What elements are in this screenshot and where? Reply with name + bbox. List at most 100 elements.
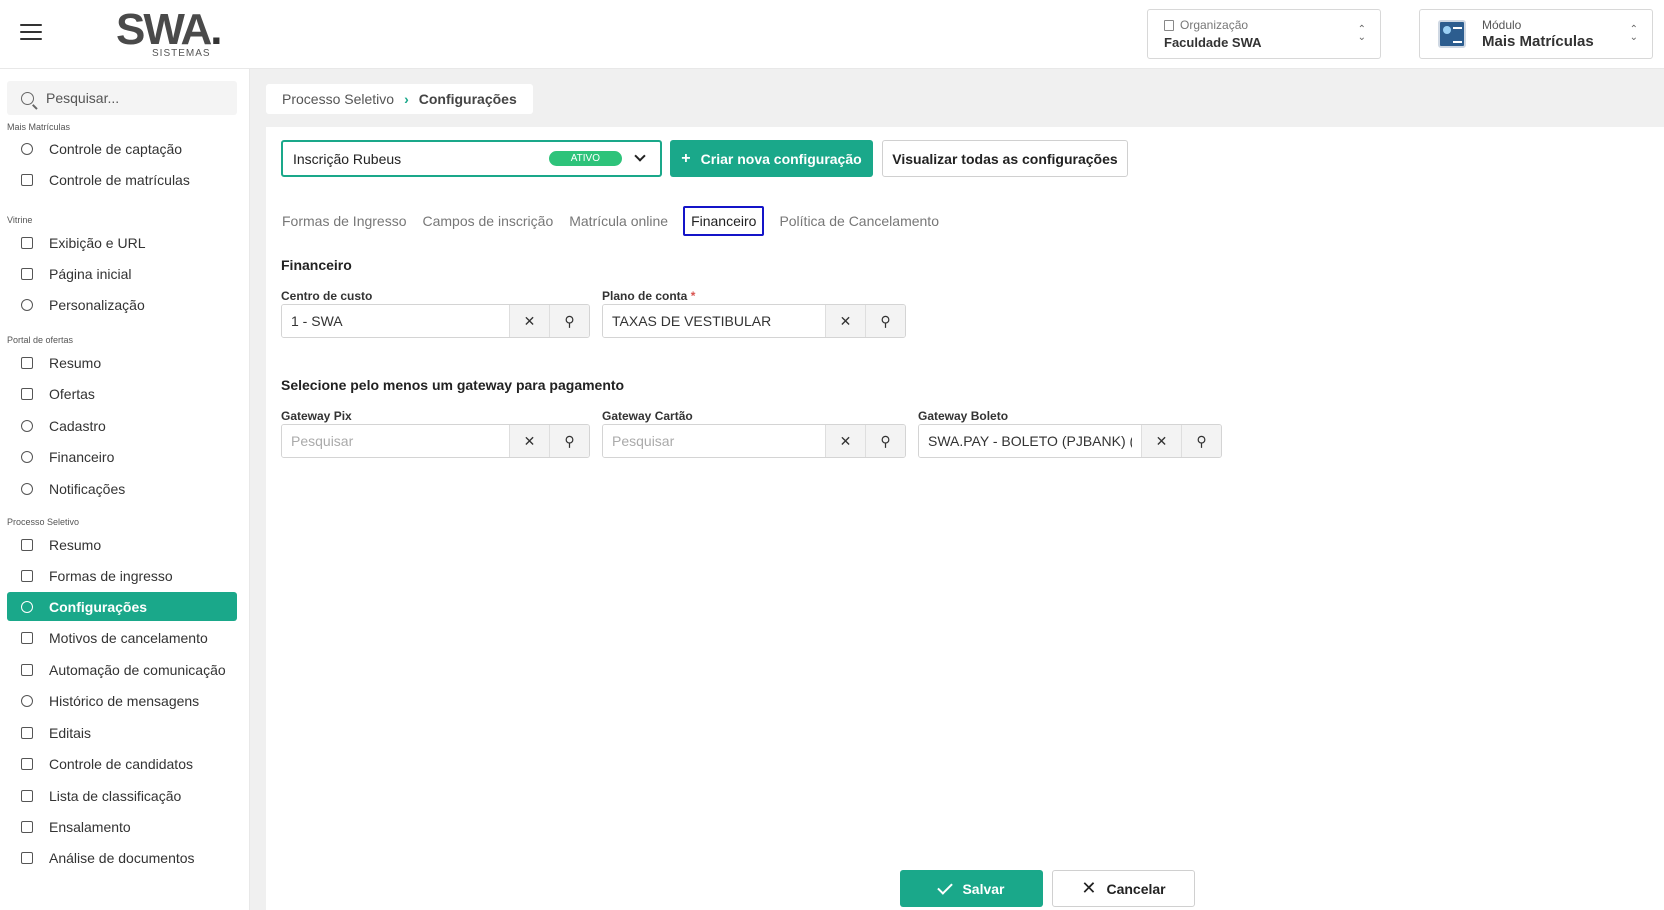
gateway-pix-lookup: ✕ ⚲ [281,424,590,458]
sidebar-item-configuracoes[interactable]: Configurações [7,592,237,621]
view-all-configs-button[interactable]: Visualizar todas as configurações [882,140,1128,177]
chat-icon [21,694,33,707]
doc-cancel-icon [21,631,33,644]
section-processo-seletivo: Processo Seletivo [7,517,80,527]
user-plus-icon [21,142,33,155]
section-mais-matriculas: Mais Matrículas [7,122,71,132]
sidebar-item-motivos-cancelamento[interactable]: Motivos de cancelamento [7,623,237,652]
sidebar-item-financeiro[interactable]: Financeiro [7,442,237,471]
clear-icon[interactable]: ✕ [509,425,549,457]
user-edit-icon [21,419,33,432]
tab-bar: Formas de Ingresso Campos de inscrição M… [281,205,940,237]
sidebar-item-analise-documentos[interactable]: Análise de documentos [7,843,237,872]
tab-matricula-online[interactable]: Matrícula online [568,207,669,235]
logo[interactable]: SWA. SISTEMAS [116,8,226,60]
gateway-cartao-label: Gateway Cartão [602,409,693,423]
gateway-cartao-lookup: ✕ ⚲ [602,424,906,458]
chart-icon [21,356,33,369]
tab-formas-ingresso[interactable]: Formas de Ingresso [281,207,408,235]
config-select[interactable]: Inscrição Rubeus ATIVO [281,140,662,177]
chart-icon [21,538,33,551]
sidebar-item-controle-captacao[interactable]: Controle de captação [7,134,237,163]
clear-icon[interactable]: ✕ [825,425,865,457]
sidebar-item-controle-candidatos[interactable]: Controle de candidatos [7,749,237,778]
sidebar-item-cadastro[interactable]: Cadastro [7,411,237,440]
breadcrumb: Processo Seletivo › Configurações [266,84,533,114]
gateway-boleto-label: Gateway Boleto [918,409,1009,423]
save-button[interactable]: Salvar [900,870,1043,907]
search-icon[interactable]: ⚲ [1181,425,1221,457]
tab-financeiro[interactable]: Financeiro [683,206,765,236]
dollar-icon [21,450,33,463]
top-header: SWA. SISTEMAS Organização Faculdade SWA … [0,0,1664,69]
sidebar-item-automacao[interactable]: Automação de comunicação [7,655,237,684]
gateway-boleto-lookup: ✕ ⚲ [918,424,1222,458]
bell-icon [21,482,33,495]
building-icon [1164,19,1174,31]
sidebar-item-portal-resumo[interactable]: Resumo [7,348,237,377]
sidebar-item-lista-classificacao[interactable]: Lista de classificação [7,781,237,810]
calendar-icon [21,726,33,739]
gateway-cartao-input[interactable] [603,425,825,457]
module-selector[interactable]: Módulo Mais Matrículas ⌃ ⌄ [1419,9,1653,59]
logo-subtitle: SISTEMAS [152,48,211,59]
sidebar-search[interactable]: Pesquisar... [7,81,237,115]
sidebar-item-exibicao-url[interactable]: Exibição e URL [7,228,237,257]
content-panel: Inscrição Rubeus ATIVO + Criar nova conf… [266,127,1664,910]
sidebar-item-editais[interactable]: Editais [7,718,237,747]
plano-conta-input[interactable] [603,305,825,337]
search-icon[interactable]: ⚲ [865,425,905,457]
centro-custo-input[interactable] [282,305,509,337]
module-label: Módulo [1482,18,1522,32]
clear-icon[interactable]: ✕ [1141,425,1181,457]
search-icon[interactable]: ⚲ [549,305,589,337]
sidebar: Pesquisar... Mais Matrículas Controle de… [0,69,250,910]
tab-politica-cancelamento[interactable]: Política de Cancelamento [778,207,940,235]
organization-selector[interactable]: Organização Faculdade SWA ⌃ ⌄ [1147,9,1381,59]
search-icon[interactable]: ⚲ [549,425,589,457]
centro-custo-lookup: ✕ ⚲ [281,304,590,338]
check-icon [937,878,954,895]
required-marker: * [690,289,696,303]
close-icon: ✕ [1081,878,1097,898]
chevron-down-icon [634,150,646,162]
sidebar-item-ps-resumo[interactable]: Resumo [7,530,237,559]
sidebar-item-ofertas[interactable]: Ofertas [7,379,237,408]
logo-text: SWA. [116,5,223,54]
sidebar-item-controle-matriculas[interactable]: Controle de matrículas [7,165,237,194]
chevron-right-icon: › [404,91,409,107]
plano-conta-lookup: ✕ ⚲ [602,304,906,338]
sidebar-item-notificacoes[interactable]: Notificações [7,474,237,503]
sidebar-item-pagina-inicial[interactable]: Página inicial [7,259,237,288]
grid-icon [21,267,33,280]
chair-icon [21,820,33,833]
breadcrumb-current: Configurações [418,91,517,107]
document-icon [21,851,33,864]
section-title-financeiro: Financeiro [281,257,352,273]
breadcrumb-parent[interactable]: Processo Seletivo [282,91,394,107]
menu-icon[interactable] [20,24,42,42]
clear-icon[interactable]: ✕ [825,305,865,337]
sidebar-item-ensalamento[interactable]: Ensalamento [7,812,237,841]
clear-icon[interactable]: ✕ [509,305,549,337]
centro-custo-label: Centro de custo [281,289,373,303]
search-icon[interactable]: ⚲ [865,305,905,337]
organization-label: Organização [1180,18,1249,32]
search-placeholder: Pesquisar... [46,90,120,106]
status-badge: ATIVO [548,151,622,166]
cancel-button[interactable]: ✕ Cancelar [1052,870,1195,907]
sidebar-item-historico[interactable]: Histórico de mensagens [7,686,237,715]
tab-campos-inscricao[interactable]: Campos de inscrição [422,207,555,235]
gateway-boleto-input[interactable] [919,425,1141,457]
organization-value: Faculdade SWA [1164,35,1262,50]
sidebar-item-personalizacao[interactable]: Personalização [7,290,237,319]
section-title-gateway: Selecione pelo menos um gateway para pag… [281,377,625,393]
gateway-pix-input[interactable] [282,425,509,457]
module-icon [1438,20,1466,48]
plus-icon: + [681,149,691,167]
sidebar-item-formas-ingresso[interactable]: Formas de ingresso [7,561,237,590]
window-icon [21,236,33,249]
create-config-button[interactable]: + Criar nova configuração [670,140,873,177]
section-portal: Portal de ofertas [7,335,74,345]
calendar-check-icon [21,757,33,770]
